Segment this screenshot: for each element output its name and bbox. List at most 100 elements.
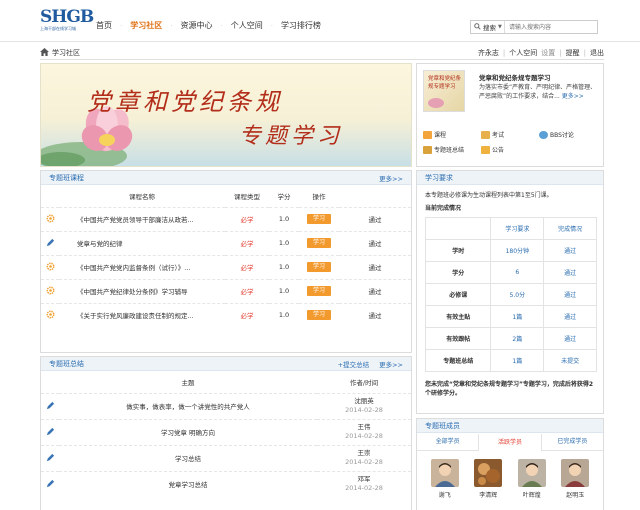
summaries-table: 主题 作者/时间 做实事，做表率，做一个讲党性的共产党人 沈丽英 2014-02… — [41, 371, 411, 497]
tab-active-members[interactable]: 活跃学员 — [478, 434, 542, 451]
nav-item-home[interactable]: 首页 — [88, 20, 120, 32]
topic-more-link[interactable]: 更多>> — [562, 93, 584, 100]
course-name[interactable]: 《中国共产党党员领导干部廉洁从政若... — [59, 206, 225, 231]
course-name[interactable]: 《中国共产党党内监督条例（试行）》... — [59, 254, 225, 279]
summary-title[interactable]: 学习总结 — [59, 444, 317, 471]
requirements-table-header: 学习要求 完成情况 — [424, 217, 597, 240]
member-item[interactable]: 赵明玉 — [558, 459, 592, 499]
requirement-label: 学时 — [424, 239, 492, 262]
summary-link[interactable]: 专题班总结 — [423, 145, 481, 154]
study-button[interactable]: 学习 — [307, 214, 331, 224]
logo-text: SHGB — [40, 7, 94, 27]
course-status: 通过 — [339, 206, 411, 231]
course-type: 必学 — [225, 254, 269, 279]
requirement-status: 通过 — [543, 327, 597, 350]
exam-link[interactable]: 考试 — [481, 130, 539, 139]
logout-link[interactable]: 退出 — [590, 48, 604, 58]
tab-all-members[interactable]: 全部学员 — [417, 433, 478, 450]
requirement-status: 通过 — [543, 239, 597, 262]
members-panel: 专题班成员 全部学员 活跃学员 已完成学员 谢飞 李清辉 叶辉煌 赵明玉 — [416, 418, 604, 510]
requirement-label: 必修课 — [424, 283, 492, 306]
user-name[interactable]: 齐永志 — [478, 48, 499, 58]
reminder-link[interactable]: 提醒 — [566, 48, 580, 58]
search-scope-label: 搜索 — [483, 24, 496, 32]
study-button[interactable]: 学习 — [307, 286, 331, 296]
nav-item-ranking[interactable]: 学习排行榜 — [273, 20, 329, 32]
summary-date: 2014-02-28 — [345, 432, 383, 440]
course-name[interactable]: 《中国共产党纪律处分条例》学习辅导 — [59, 278, 225, 303]
summary-title[interactable]: 党章学习总结 — [59, 470, 317, 497]
search-input[interactable] — [505, 21, 595, 33]
table-row: 党章学习总结 邓军 2014-02-28 — [41, 470, 411, 497]
gear-icon — [46, 310, 55, 321]
pencil-icon — [46, 453, 55, 464]
member-item[interactable]: 叶辉煌 — [515, 459, 549, 499]
topic-banner: 党章和党纪条规 专题学习 — [40, 63, 412, 167]
table-row: 做实事，做表率，做一个讲党性的共产党人 沈丽英 2014-02-28 — [41, 392, 411, 419]
bbs-icon — [539, 130, 548, 139]
study-button[interactable]: 学习 — [307, 238, 331, 248]
course-status: 通过 — [339, 278, 411, 303]
course-credit: 1.0 — [269, 254, 299, 279]
col-topic: 主题 — [181, 378, 195, 387]
requirement-status: 未提交 — [543, 349, 597, 372]
settings-link[interactable]: 设置 — [541, 48, 555, 58]
home-icon[interactable] — [40, 48, 49, 58]
summary-title[interactable]: 做实事，做表率，做一个讲党性的共产党人 — [59, 392, 317, 419]
user-bar: 齐永志 | 个人空间 设置 | 提醒 | 退出 — [478, 48, 604, 58]
course-status: 通过 — [339, 230, 411, 255]
bbs-link[interactable]: BBS讨论 — [539, 130, 597, 139]
pencil-icon — [46, 401, 55, 412]
summary-title[interactable]: 学习党章 明确方向 — [59, 418, 317, 445]
submit-summary-link[interactable]: +提交总结 — [338, 359, 369, 369]
summary-author[interactable]: 王崇 — [317, 449, 411, 458]
course-name[interactable]: 《关于实行党风廉政建设责任制的规定... — [59, 302, 225, 327]
table-row: 《中国共产党党员领导干部廉洁从政若... 必学 1.0 学习 通过 — [41, 206, 411, 231]
personal-space-link[interactable]: 个人空间 — [509, 48, 537, 58]
summary-author[interactable]: 王伟 — [317, 423, 411, 432]
logo-subtitle: 上海干部在线学习城 — [40, 26, 76, 31]
course-link[interactable]: 课程 — [423, 130, 481, 139]
course-icon — [423, 130, 432, 139]
summary-author[interactable]: 邓军 — [317, 475, 411, 484]
member-name: 李清辉 — [479, 492, 498, 499]
courses-title: 专题班课程 — [49, 173, 84, 182]
col-required: 学习要求 — [490, 217, 545, 240]
member-item[interactable]: 谢飞 — [428, 459, 462, 499]
summary-author[interactable]: 沈丽英 — [317, 397, 411, 406]
summaries-more-link[interactable]: 更多>> — [379, 359, 403, 369]
topic-thumbnail[interactable]: 党章和党纪条规专题学习 — [423, 70, 465, 112]
main-nav: 首页 · 学习社区 · 资源中心 · 个人空间 · 学习排行榜 — [88, 20, 329, 32]
nav-item-personal-space[interactable]: 个人空间 — [223, 20, 271, 32]
requirement-value: 2篇 — [490, 327, 545, 350]
course-name[interactable]: 党章与党的纪律 — [59, 230, 225, 255]
search-scope-select[interactable]: 搜索 ▼ — [471, 21, 505, 33]
table-row: 《中国共产党党内监督条例（试行）》... 必学 1.0 学习 通过 — [41, 254, 411, 279]
nav-item-resources[interactable]: 资源中心 — [172, 20, 220, 32]
notice-link[interactable]: 公告 — [481, 145, 539, 154]
col-credit: 学分 — [277, 192, 291, 201]
study-button[interactable]: 学习 — [307, 262, 331, 272]
member-name: 赵明玉 — [566, 492, 585, 499]
tab-completed-members[interactable]: 已完成学员 — [542, 433, 603, 450]
exam-link-label: 考试 — [492, 132, 505, 139]
course-status: 通过 — [339, 254, 411, 279]
nav-item-community[interactable]: 学习社区 — [122, 20, 170, 32]
col-action: 操作 — [312, 192, 326, 201]
site-logo[interactable]: SHGB 上海干部在线学习城 — [40, 7, 94, 35]
breadcrumb-current[interactable]: 学习社区 — [52, 48, 80, 58]
member-item[interactable]: 李清辉 — [471, 459, 505, 499]
requirements-panel: 学习要求 本专题班必修课为生动课程列表中第1至5门课。 当前完成情况 学习要求 … — [416, 170, 604, 414]
topic-title: 党章和党纪条规专题学习 — [479, 74, 551, 82]
table-row: 有效主贴 1篇 通过 — [424, 305, 597, 328]
summaries-header: 专题班总结 +提交总结 更多>> — [41, 357, 411, 371]
table-row: 有效跟帖 2篇 通过 — [424, 327, 597, 350]
pencil-icon — [46, 427, 55, 438]
courses-more-link[interactable]: 更多>> — [379, 173, 403, 183]
col-course-type: 课程类型 — [234, 192, 260, 201]
divider: | — [559, 49, 562, 57]
requirement-status: 通过 — [543, 261, 597, 284]
avatar — [474, 459, 503, 487]
study-button[interactable]: 学习 — [307, 310, 331, 321]
requirements-footer: 您未完成“党章和党纪条规专题学习”专题学习，完成后将获得2个研修学分。 — [425, 381, 594, 397]
